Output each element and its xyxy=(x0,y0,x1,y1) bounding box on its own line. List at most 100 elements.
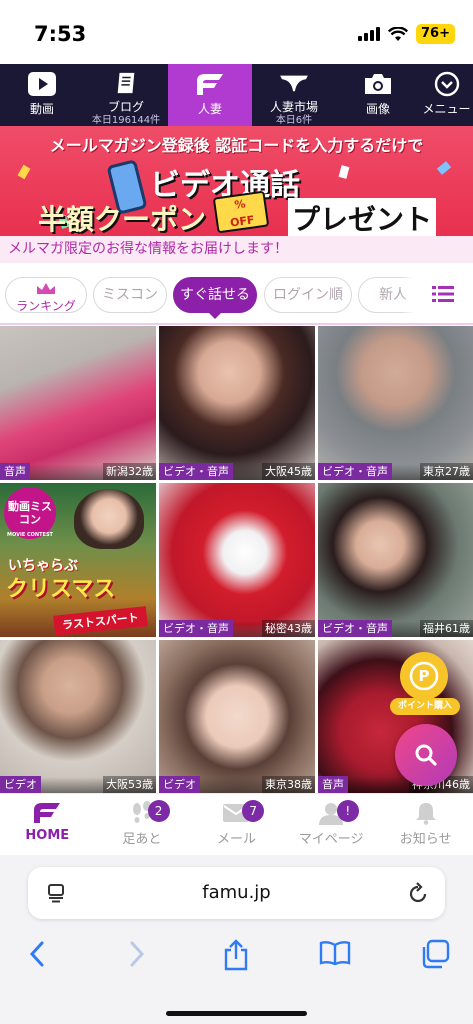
confetti-piece xyxy=(338,165,350,179)
discount-ticket-icon: % OFF xyxy=(212,190,270,234)
tabs-icon[interactable] xyxy=(420,939,450,969)
battery-indicator: 76+ xyxy=(416,24,455,44)
mail-magazine-banner[interactable]: メールマガジン登録後 認証コードを入力するだけで ビデオ通話 半額クーポン プレ… xyxy=(0,126,473,236)
nav-menu[interactable]: メニュー xyxy=(420,64,473,126)
nav-blog[interactable]: ブログ 本日196144件 xyxy=(84,64,168,126)
list-view-button[interactable] xyxy=(413,265,473,323)
media-tag: 音声 xyxy=(0,463,30,480)
region-age: 新潟32歳 xyxy=(103,463,156,480)
media-tag: ビデオ・音声 xyxy=(159,463,233,480)
banner-headline: メールマガジン登録後 認証コードを入力するだけで xyxy=(49,136,424,155)
region-age: 福井61歳 xyxy=(420,620,473,637)
tab-talk-now[interactable]: すぐ話せる xyxy=(173,277,257,313)
promo-badge-subtext: MOVIE CONTEST xyxy=(7,532,53,538)
profile-card[interactable]: ビデオ・音声 大阪45歳 xyxy=(159,326,315,480)
bottom-nav-home-label: HOME xyxy=(25,828,70,843)
profile-card[interactable]: ビデオ・音声 福井61歳 xyxy=(318,483,473,637)
chevron-down-circle-icon xyxy=(434,71,459,97)
nav-blog-count: 本日196144件 xyxy=(91,115,161,126)
lingerie-icon xyxy=(280,75,308,92)
share-icon[interactable] xyxy=(222,939,250,971)
nav-market-label: 人妻市場 xyxy=(269,100,318,114)
bottom-nav-mail[interactable]: 7 メール xyxy=(189,794,284,855)
tab-miss-contest[interactable]: ミスコン xyxy=(93,277,167,313)
famu-logo-icon xyxy=(34,803,61,823)
url-text: famu.jp xyxy=(202,882,271,903)
crown-icon xyxy=(37,283,55,294)
bottom-nav-footprints[interactable]: 2 足あと xyxy=(95,794,190,855)
address-bar[interactable]: famu.jp xyxy=(28,867,445,919)
search-button[interactable] xyxy=(395,724,457,786)
bottom-nav-footprints-label: 足あと xyxy=(122,832,162,847)
profile-card[interactable]: ビデオ 大阪53歳 xyxy=(0,640,156,793)
tab-ranking[interactable]: ランキング xyxy=(5,277,87,313)
confetti-piece xyxy=(17,164,31,180)
browser-chrome: famu.jp xyxy=(0,855,473,1024)
nav-video-label: 動画 xyxy=(29,102,54,116)
banner-coupon-text: 半額クーポン xyxy=(38,203,207,236)
nav-hitozuma[interactable]: 人妻 xyxy=(168,64,252,126)
nav-menu-label: メニュー xyxy=(422,102,471,116)
confetti-piece xyxy=(436,161,452,175)
mypage-badge: ! xyxy=(336,800,359,822)
profile-photo xyxy=(0,326,156,480)
region-age: 東京38歳 xyxy=(262,776,315,793)
footprints-badge: 2 xyxy=(147,800,170,822)
bottom-nav-notifications[interactable]: お知らせ xyxy=(378,794,473,855)
media-tag: ビデオ・音声 xyxy=(318,463,392,480)
bottom-nav: HOME 2 足あと 7 メール ! マイページ お知らせ xyxy=(0,793,473,855)
promo-title: クリスマス xyxy=(6,577,116,602)
bottom-nav-mypage[interactable]: ! マイページ xyxy=(284,794,379,855)
nav-hitozuma-label: 人妻 xyxy=(197,102,222,116)
tab-ranking-label: ランキング xyxy=(16,299,76,313)
reload-icon[interactable] xyxy=(407,881,429,905)
signal-icon xyxy=(358,27,381,41)
nav-video[interactable]: 動画 xyxy=(0,64,84,126)
status-time: 7:53 xyxy=(34,22,87,46)
point-purchase-label: ポイント購入 xyxy=(390,698,460,715)
profile-photo xyxy=(318,326,473,480)
notebook-icon xyxy=(117,72,135,94)
filter-tabs: ランキング ミスコン すぐ話せる ログイン順 新人 xyxy=(0,263,473,325)
nav-images-label: 画像 xyxy=(365,102,390,116)
christmas-contest-promo[interactable]: 動画ミスコン MOVIE CONTEST いちゃらぶ クリスマス ラストスパート xyxy=(0,483,156,637)
profile-grid: 音声 新潟32歳 ビデオ・音声 大阪45歳 ビデオ・音声 東京27歳 動画ミスコ… xyxy=(0,326,473,793)
nav-market[interactable]: 人妻市場 本日6件 xyxy=(252,64,336,126)
tab-login-order[interactable]: ログイン順 xyxy=(264,277,352,313)
top-nav: 動画 ブログ 本日196144件 人妻 人妻市場 本日6件 画像 メニュー xyxy=(0,64,473,126)
forward-icon[interactable] xyxy=(126,939,148,969)
media-tag: ビデオ xyxy=(159,776,200,793)
bottom-nav-mypage-label: マイページ xyxy=(298,832,364,847)
point-purchase-button[interactable]: P ポイント購入 xyxy=(390,652,462,716)
home-indicator xyxy=(166,1011,307,1016)
wifi-icon xyxy=(388,26,409,41)
search-icon xyxy=(415,744,437,766)
camera-icon xyxy=(365,74,391,94)
nav-images[interactable]: 画像 xyxy=(336,64,420,126)
region-age: 大阪45歳 xyxy=(262,463,315,480)
media-tag: ビデオ・音声 xyxy=(318,620,392,637)
region-age: 大阪53歳 xyxy=(103,776,156,793)
back-icon[interactable] xyxy=(26,939,48,969)
profile-card[interactable]: 音声 新潟32歳 xyxy=(0,326,156,480)
profile-photo xyxy=(0,640,156,793)
mail-magazine-notice[interactable]: メルマガ限定のお得な情報をお届けします！ xyxy=(0,236,473,263)
mail-badge: 7 xyxy=(242,800,265,822)
media-tag: ビデオ・音声 xyxy=(159,620,233,637)
play-icon xyxy=(28,72,56,96)
bookmarks-icon[interactable] xyxy=(318,939,352,967)
bottom-nav-home[interactable]: HOME xyxy=(0,794,95,855)
media-tag: ビデオ xyxy=(0,776,41,793)
status-icons: 76+ xyxy=(358,24,455,44)
promo-badge-text: 動画ミスコン xyxy=(8,500,52,526)
region-age: 東京27歳 xyxy=(420,463,473,480)
profile-card[interactable]: ビデオ・音声 秘密43歳 xyxy=(159,483,315,637)
profile-card[interactable]: ビデオ・音声 東京27歳 xyxy=(318,326,473,480)
banner-present-text: プレゼント xyxy=(288,198,437,236)
profile-photo xyxy=(159,640,315,793)
promo-model-photo xyxy=(74,489,144,549)
profile-card[interactable]: ビデオ 東京38歳 xyxy=(159,640,315,793)
point-symbol: P xyxy=(419,667,430,685)
nav-market-count: 本日6件 xyxy=(275,115,313,126)
list-icon xyxy=(432,286,454,302)
